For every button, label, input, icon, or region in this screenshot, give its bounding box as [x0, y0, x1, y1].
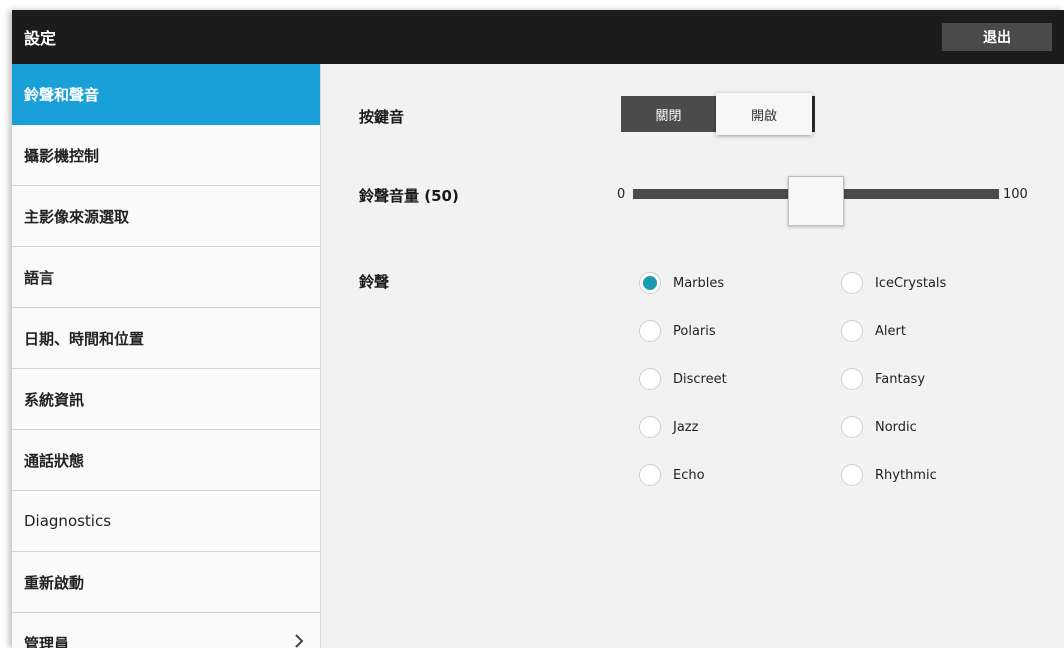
radio-unselected-icon	[841, 416, 863, 438]
ringtone-option-polaris[interactable]: Polaris	[639, 320, 716, 342]
volume-min-label: 0	[617, 187, 626, 202]
radio-unselected-icon	[639, 464, 661, 486]
sidebar-item-label: Diagnostics	[24, 512, 112, 530]
ringtone-option-label: Fantasy	[875, 371, 926, 387]
sidebar-item-main-video-source[interactable]: 主影像來源選取	[12, 186, 320, 247]
ringtone-option-label: IceCrystals	[875, 275, 947, 291]
sidebar-item-label: 通話狀態	[24, 451, 85, 470]
radio-selected-icon	[639, 272, 661, 294]
volume-slider-handle[interactable]	[788, 176, 844, 226]
ringtone-option-label: Rhythmic	[875, 467, 937, 483]
sidebar-item-diagnostics[interactable]: Diagnostics	[12, 491, 320, 552]
ringtone-option-nordic[interactable]: Nordic	[841, 416, 917, 438]
sidebar-item-call-status[interactable]: 通話狀態	[12, 430, 320, 491]
sidebar-item-label: 主影像來源選取	[24, 207, 130, 226]
sidebar: 鈴聲和聲音 攝影機控制 主影像來源選取 語言 日期、時間和位置 系統資訊 通話狀…	[12, 64, 321, 648]
ringtone-label: 鈴聲	[359, 273, 390, 291]
keytone-on-option[interactable]: 開啟	[716, 93, 812, 135]
ringtone-option-label: Echo	[673, 467, 705, 483]
keytone-toggle[interactable]: 關閉 開啟	[621, 93, 815, 135]
radio-unselected-icon	[841, 320, 863, 342]
keytone-label: 按鍵音	[359, 108, 405, 126]
sidebar-item-label: 語言	[24, 268, 55, 287]
ringtone-option-label: Marbles	[673, 275, 725, 291]
sidebar-item-label: 重新啟動	[24, 573, 85, 592]
sidebar-item-label: 攝影機控制	[24, 146, 100, 165]
ringtone-option-alert[interactable]: Alert	[841, 320, 906, 342]
title-bar: 設定 退出	[12, 10, 1064, 64]
ringtone-option-label: Alert	[875, 323, 906, 339]
radio-unselected-icon	[841, 368, 863, 390]
ringtone-option-label: Polaris	[673, 323, 716, 339]
ringtone-option-marbles[interactable]: Marbles	[639, 272, 724, 294]
ringtone-option-fantasy[interactable]: Fantasy	[841, 368, 925, 390]
ringtone-option-label: Nordic	[875, 419, 917, 435]
keytone-off-option[interactable]: 關閉	[621, 96, 716, 132]
sidebar-item-system-info[interactable]: 系統資訊	[12, 369, 320, 430]
sidebar-item-ringtones-and-sounds[interactable]: 鈴聲和聲音	[12, 64, 320, 125]
sidebar-item-label: 日期、時間和位置	[24, 329, 145, 348]
ringtone-option-label: Jazz	[673, 419, 699, 435]
sidebar-item-date-time-location[interactable]: 日期、時間和位置	[12, 308, 320, 369]
radio-unselected-icon	[841, 272, 863, 294]
ringtone-option-label: Discreet	[673, 371, 727, 387]
sidebar-item-camera-control[interactable]: 攝影機控制	[12, 125, 320, 186]
exit-button[interactable]: 退出	[942, 23, 1052, 51]
ringtone-option-icecrystals[interactable]: IceCrystals	[841, 272, 946, 294]
radio-unselected-icon	[639, 368, 661, 390]
sidebar-item-restart[interactable]: 重新啟動	[12, 552, 320, 613]
radio-unselected-icon	[639, 416, 661, 438]
ringtone-option-echo[interactable]: Echo	[639, 464, 705, 486]
sidebar-item-label: 鈴聲和聲音	[24, 85, 100, 104]
sidebar-item-label: 管理員	[24, 634, 70, 648]
sidebar-item-administrator[interactable]: 管理員	[12, 613, 320, 648]
radio-unselected-icon	[639, 320, 661, 342]
sidebar-item-label: 系統資訊	[24, 390, 85, 409]
settings-window: 設定 退出 鈴聲和聲音 攝影機控制 主影像來源選取 語言 日期、時間和位置 系統…	[12, 10, 1064, 648]
volume-max-label: 100	[1003, 187, 1028, 202]
sidebar-item-language[interactable]: 語言	[12, 247, 320, 308]
volume-label: 鈴聲音量 (50)	[359, 187, 459, 205]
ringtone-option-rhythmic[interactable]: Rhythmic	[841, 464, 937, 486]
page-title: 設定	[24, 29, 57, 48]
radio-unselected-icon	[841, 464, 863, 486]
ringtone-option-jazz[interactable]: Jazz	[639, 416, 698, 438]
chevron-right-icon	[294, 633, 304, 648]
ringtone-option-discreet[interactable]: Discreet	[639, 368, 727, 390]
ringtones-settings-panel: 按鍵音 關閉 開啟 鈴聲音量 (50) 0 100 鈴聲 Marbles Ice…	[321, 64, 1064, 648]
